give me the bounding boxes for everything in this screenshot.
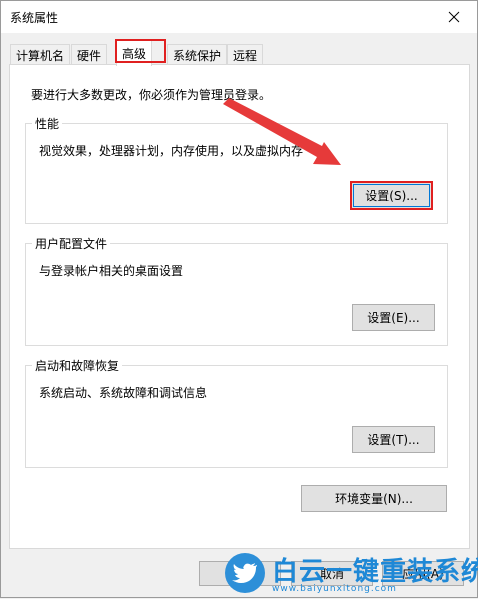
tab-remote[interactable]: 远程	[227, 44, 264, 65]
environment-variables-label: 环境变量(N)...	[335, 492, 413, 506]
startup-recovery-settings-button[interactable]: 设置(T)...	[352, 426, 435, 453]
close-icon	[448, 11, 460, 23]
user-profiles-settings-label: 设置(E)...	[367, 311, 420, 325]
startup-recovery-group-title: 启动和故障恢复	[32, 357, 123, 374]
close-button[interactable]	[431, 1, 477, 33]
performance-group-title: 性能	[32, 115, 63, 132]
user-profiles-settings-button[interactable]: 设置(E)...	[352, 304, 435, 331]
admin-notice: 要进行大多数更改，你必须作为管理员登录。	[31, 88, 272, 102]
performance-description: 视觉效果，处理器计划，内存使用，以及虚拟内存	[39, 144, 304, 158]
tab-advanced[interactable]: 高级	[116, 40, 153, 66]
startup-recovery-settings-label: 设置(T)...	[367, 433, 420, 447]
watermark-brand: 白云一键重装系统	[272, 557, 478, 587]
tab-system-protection[interactable]: 系统保护	[167, 44, 228, 65]
startup-recovery-description: 系统启动、系统故障和调试信息	[39, 386, 208, 400]
window-title: 系统属性	[10, 11, 59, 25]
user-profiles-description: 与登录帐户相关的桌面设置	[39, 264, 184, 278]
bird-logo-icon	[225, 553, 265, 593]
performance-settings-button[interactable]: 设置(S)...	[350, 181, 433, 210]
environment-variables-button[interactable]: 环境变量(N)...	[301, 485, 447, 512]
user-profiles-group-title: 用户配置文件	[32, 235, 111, 252]
focus-ring	[353, 184, 430, 207]
tab-hardware[interactable]: 硬件	[71, 44, 108, 65]
title-bar: 系统属性	[1, 1, 477, 33]
system-properties-window: 系统属性 计算机名 硬件 高级 系统保护 远程 要进行大多数更改，你必须作为管理…	[0, 0, 478, 598]
tab-computer-name[interactable]: 计算机名	[10, 44, 71, 65]
watermark-url: www.baiyunxitong.com	[272, 584, 397, 594]
watermark: 白云一键重装系统 www.baiyunxitong.com	[225, 551, 478, 597]
